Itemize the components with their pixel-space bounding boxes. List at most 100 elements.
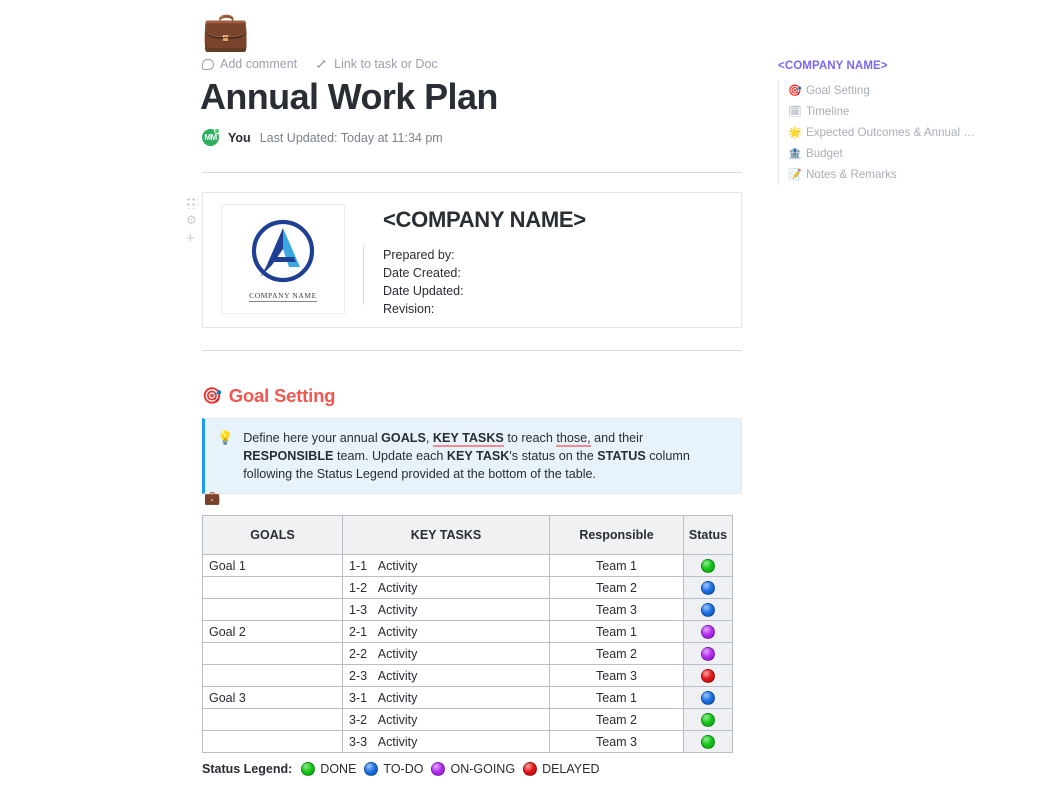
cell-status[interactable] — [683, 598, 733, 621]
company-logo-caption: COMPANY NAME — [249, 290, 317, 302]
field-revision: Revision: — [383, 302, 435, 316]
status-indicator-purple — [701, 646, 715, 661]
status-indicator-blue — [701, 580, 715, 595]
cell-responsible[interactable]: Team 2 — [549, 708, 684, 731]
legend-label: DONE — [320, 762, 357, 776]
table-body: Goal 1 1-1 Activity Team 1 1-2 Activity Team… — [202, 554, 733, 753]
toc-item-label: Notes & Remarks — [806, 168, 897, 181]
table-head: GOALS KEY TASKS Responsible Status — [202, 515, 733, 555]
cell-responsible[interactable]: Team 3 — [549, 664, 684, 687]
task-number: 1-2 — [349, 580, 368, 595]
cell-responsible[interactable]: Team 1 — [549, 620, 684, 643]
toc-item-budget[interactable]: 🏦 Budget — [788, 143, 1008, 164]
callout-key-tasks: KEY TASKS — [432, 431, 504, 447]
column-header-key-tasks: KEY TASKS — [342, 515, 550, 555]
cell-status[interactable] — [683, 686, 733, 709]
legend-label: TO-DO — [383, 762, 424, 776]
cell-goal[interactable] — [202, 598, 343, 621]
plus-icon[interactable]: + — [186, 231, 195, 246]
byline: MM You Last Updated: Today at 11:34 pm — [202, 128, 443, 146]
toc-item-goal-setting[interactable]: 🎯 Goal Setting — [788, 80, 1008, 101]
glowing-star-icon: 🌟 — [788, 127, 802, 139]
legend-label: ON-GOING — [450, 762, 516, 776]
cell-key-task[interactable]: 1-3 Activity — [342, 598, 550, 621]
add-comment-button[interactable]: Add comment — [202, 57, 297, 71]
cell-goal[interactable]: Goal 3 — [202, 686, 343, 709]
avatar[interactable]: MM — [202, 128, 220, 146]
cell-status[interactable] — [683, 576, 733, 599]
cell-status[interactable] — [683, 664, 733, 687]
work-plan-table: GOALS KEY TASKS Responsible Status Goal … — [202, 515, 733, 753]
company-logo-mark — [251, 219, 315, 282]
money-bag-icon: 🏦 — [788, 148, 802, 160]
section-heading-goal-setting: 🎯 Goal Setting — [202, 385, 335, 407]
cell-key-task[interactable]: 3-3 Activity — [342, 730, 550, 753]
toc-item-timeline[interactable]: 🗓 Timeline — [788, 101, 1008, 122]
status-indicator-blue — [701, 690, 715, 705]
table-row: 1-2 Activity Team 2 — [202, 576, 733, 599]
cell-status[interactable] — [683, 642, 733, 665]
cell-goal[interactable] — [202, 576, 343, 599]
cell-key-task[interactable]: 1-1 Activity — [342, 554, 550, 577]
table-row: 1-3 Activity Team 3 — [202, 598, 733, 621]
link-icon — [315, 58, 328, 71]
cell-goal[interactable] — [202, 664, 343, 687]
task-number: 3-3 — [349, 734, 368, 749]
online-status-dot — [214, 128, 220, 134]
company-name: <COMPANY NAME> — [383, 207, 586, 232]
callout-status: STATUS — [597, 449, 646, 463]
cell-goal[interactable] — [202, 730, 343, 753]
cell-responsible[interactable]: Team 3 — [549, 730, 684, 753]
toc-item-expected-outcomes-annual[interactable]: 🌟 Expected Outcomes & Annual … — [788, 122, 1008, 143]
status-legend-items: DONE TO-DO ON-GOING DELAYED — [301, 762, 607, 776]
company-fields: Prepared by: Date Created: Date Updated:… — [383, 246, 741, 318]
callout-those: those, — [556, 431, 591, 447]
cell-status[interactable] — [683, 554, 733, 577]
cell-responsible[interactable]: Team 2 — [549, 642, 684, 665]
cell-key-task[interactable]: 3-1 Activity — [342, 686, 550, 709]
page-title[interactable]: Annual Work Plan — [200, 76, 498, 118]
drag-handle-icon[interactable] — [186, 197, 198, 209]
legend-item-to-do: TO-DO — [364, 762, 423, 776]
cell-key-task[interactable]: 3-2 Activity — [342, 708, 550, 731]
task-number: 2-2 — [349, 646, 368, 661]
callout-seg-6: 's status on the — [509, 449, 598, 463]
cell-responsible[interactable]: Team 2 — [549, 576, 684, 599]
legend-dot-purple — [431, 762, 446, 776]
cell-key-task[interactable]: 1-2 Activity — [342, 576, 550, 599]
link-to-task-button[interactable]: Link to task or Doc — [315, 57, 438, 71]
cell-key-task[interactable]: 2-1 Activity — [342, 620, 550, 643]
cell-status[interactable] — [683, 708, 733, 731]
cell-key-task[interactable]: 2-3 Activity — [342, 664, 550, 687]
table-row: 3-3 Activity Team 3 — [202, 730, 733, 753]
cell-responsible[interactable]: Team 1 — [549, 686, 684, 709]
dart-icon: 🎯 — [202, 388, 222, 405]
status-indicator-red — [701, 668, 715, 683]
cell-status[interactable] — [683, 620, 733, 643]
cell-responsible[interactable]: Team 3 — [549, 598, 684, 621]
field-date-updated: Date Updated: — [383, 284, 464, 298]
cell-goal[interactable]: Goal 1 — [202, 554, 343, 577]
author-label: You — [228, 130, 251, 145]
cell-goal[interactable]: Goal 2 — [202, 620, 343, 643]
callout-box: 💡 Define here your annual GOALS, KEY TAS… — [202, 418, 742, 494]
legend-dot-green — [301, 762, 316, 776]
link-to-task-label: Link to task or Doc — [334, 57, 438, 71]
document-briefcase-icon: 💼 — [202, 11, 250, 53]
company-info-card: COMPANY NAME <COMPANY NAME> Prepared by:… — [202, 192, 742, 328]
status-indicator-green — [701, 712, 715, 727]
cell-goal[interactable] — [202, 708, 343, 731]
cell-status[interactable] — [683, 730, 733, 753]
cell-responsible[interactable]: Team 1 — [549, 554, 684, 577]
task-number: 3-1 — [349, 690, 368, 705]
cell-goal[interactable] — [202, 642, 343, 665]
field-date-created: Date Created: — [383, 266, 461, 280]
cell-key-task[interactable]: 2-2 Activity — [342, 642, 550, 665]
gear-icon[interactable]: ⚙ — [186, 214, 197, 226]
toc-item-notes-remarks[interactable]: 📝 Notes & Remarks — [788, 164, 1008, 185]
calendar-icon: 🗓 — [788, 106, 802, 118]
company-logo: COMPANY NAME — [221, 204, 345, 314]
callout-responsible: RESPONSIBLE — [243, 449, 334, 463]
add-comment-label: Add comment — [220, 57, 298, 71]
table-row: 2-3 Activity Team 3 — [202, 664, 733, 687]
